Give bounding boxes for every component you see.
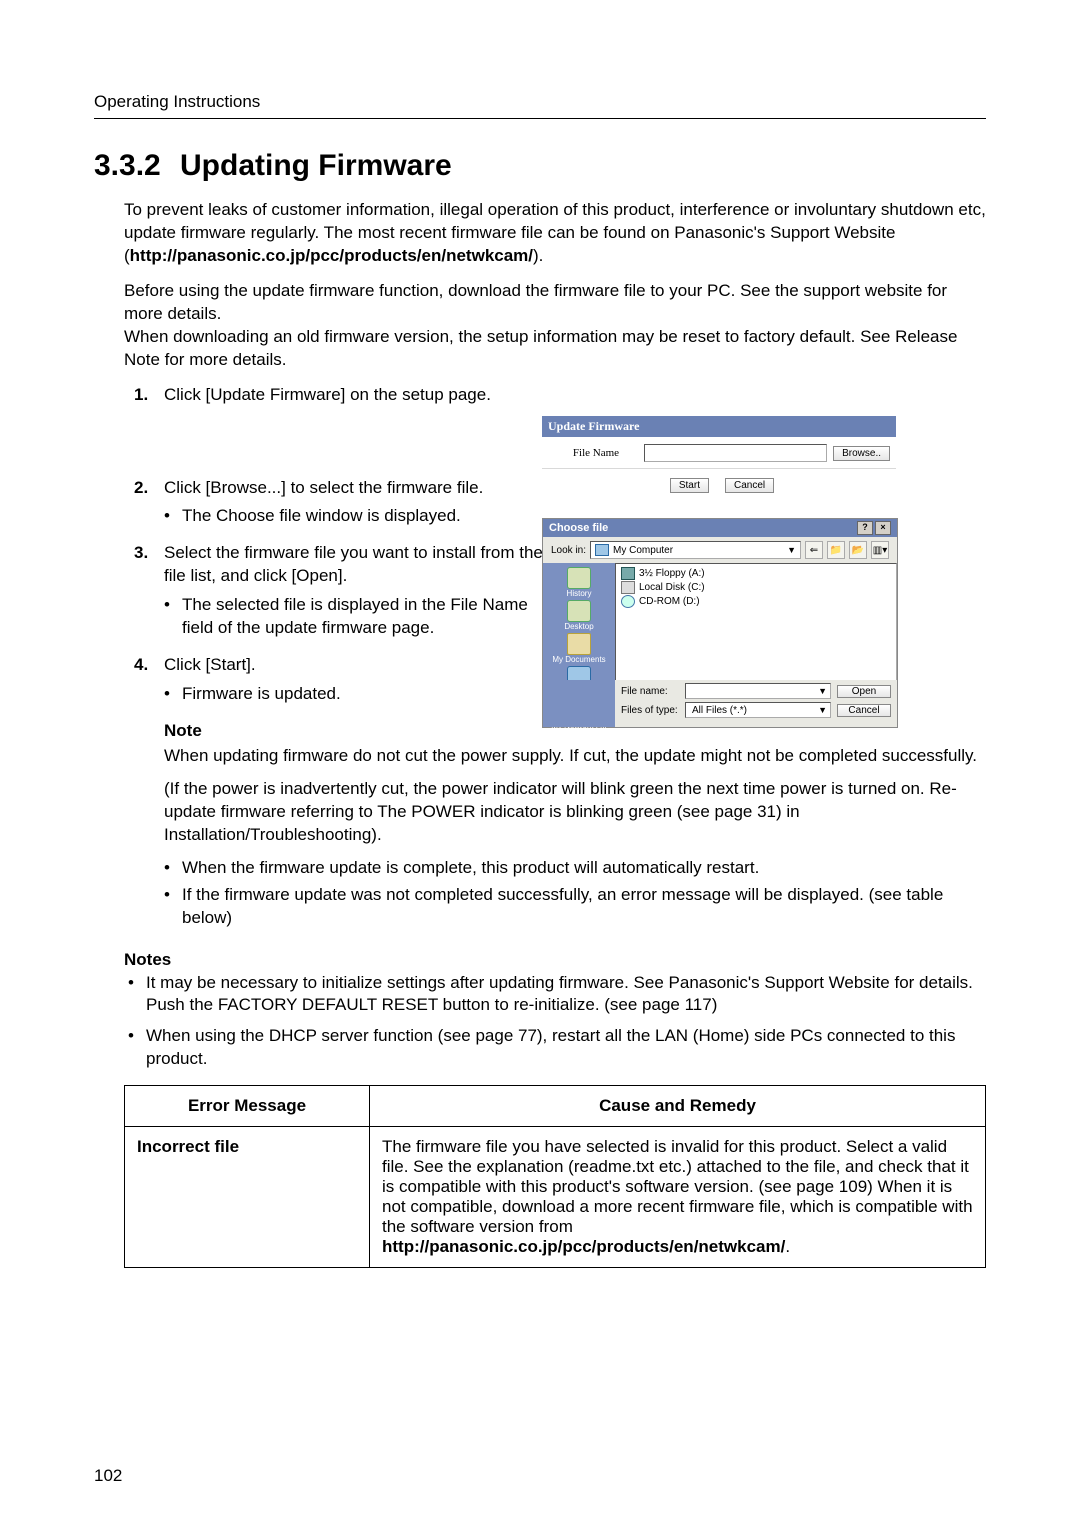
intro-p1: To prevent leaks of customer information… — [124, 199, 986, 268]
update-titlebar: Update Firmware — [542, 416, 896, 438]
mycomputer-icon — [595, 544, 609, 556]
step-3: Select the firmware file you want to ins… — [134, 542, 544, 640]
running-head: Operating Instructions — [94, 92, 986, 119]
file-floppy[interactable]: 3½ Floppy (A:) — [621, 567, 891, 580]
screenshot-choose-file: Choose file ? × Look in: My Computer ▼ ⇐… — [542, 518, 898, 728]
section-number: 3.3.2 — [94, 149, 180, 183]
notes2-b1: It may be necessary to initialize settin… — [124, 972, 986, 1018]
browse-button[interactable]: Browse.. — [833, 446, 890, 461]
place-mydocuments[interactable]: My Documents — [552, 633, 605, 664]
file-list[interactable]: 3½ Floppy (A:) Local Disk (C:) CD-ROM (D… — [615, 563, 897, 699]
new-folder-icon[interactable]: 📂 — [849, 541, 867, 559]
place-history[interactable]: History — [567, 567, 592, 598]
note-b1: When the firmware update is complete, th… — [164, 857, 984, 880]
start-button[interactable]: Start — [670, 478, 709, 493]
up-folder-icon[interactable]: 📁 — [827, 541, 845, 559]
note-block: Note When updating firmware do not cut t… — [164, 720, 984, 930]
step-2: Click [Browse...] to select the firmware… — [134, 477, 544, 529]
intro-p1b: ). — [533, 246, 543, 265]
error-h2: Cause and Remedy — [370, 1086, 986, 1127]
section-title-text: Updating Firmware — [180, 149, 452, 182]
floppy-icon — [621, 567, 635, 580]
lookin-value: My Computer — [613, 545, 673, 556]
notes-section: Notes It may be necessary to initialize … — [124, 950, 986, 1072]
step-1: Click [Update Firmware] on the setup pag… — [134, 384, 544, 407]
filename-label: File Name — [548, 447, 644, 459]
error-r1c2: The firmware file you have selected is i… — [370, 1127, 986, 1268]
back-icon[interactable]: ⇐ — [805, 541, 823, 559]
error-h1: Error Message — [125, 1086, 370, 1127]
file-name-label: File name: — [621, 686, 679, 697]
error-table: Error Message Cause and Remedy Incorrect… — [124, 1085, 986, 1268]
file-cdrom[interactable]: CD-ROM (D:) — [621, 595, 891, 608]
screenshot-update-firmware: Update Firmware File Name Browse.. Start… — [542, 416, 896, 503]
chevron-down-icon: ▼ — [787, 545, 796, 555]
disk-icon — [621, 581, 635, 594]
intro-p2: Before using the update firmware functio… — [124, 280, 986, 372]
page-number: 102 — [94, 1466, 122, 1486]
open-button[interactable]: Open — [837, 685, 891, 698]
note-b2: If the firmware update was not completed… — [164, 884, 984, 930]
filename-input[interactable] — [644, 444, 827, 462]
lookin-combo[interactable]: My Computer ▼ — [590, 541, 801, 559]
error-r1c1: Incorrect file — [125, 1127, 370, 1268]
chevron-down-icon: ▼ — [818, 705, 827, 715]
choose-cancel-button[interactable]: Cancel — [837, 704, 891, 717]
section-title: 3.3.2Updating Firmware — [94, 149, 986, 183]
step-4: Click [Start]. Firmware is updated. — [134, 654, 544, 706]
choose-titlebar: Choose file ? × — [543, 519, 897, 537]
lookin-label: Look in: — [551, 545, 586, 556]
place-desktop[interactable]: Desktop — [564, 600, 593, 631]
step-2-sub: The Choose file window is displayed. — [164, 505, 544, 528]
choose-title-text: Choose file — [549, 522, 608, 534]
cd-icon — [621, 595, 635, 608]
file-localdisk[interactable]: Local Disk (C:) — [621, 581, 891, 594]
note-p1: When updating firmware do not cut the po… — [164, 746, 977, 765]
file-type-label: Files of type: — [621, 705, 679, 716]
places-bar: History Desktop My Documents My Computer… — [543, 563, 615, 699]
close-icon[interactable]: × — [875, 521, 891, 535]
notes2-b2: When using the DHCP server function (see… — [124, 1025, 986, 1071]
cancel-button[interactable]: Cancel — [725, 478, 774, 493]
chevron-down-icon: ▼ — [818, 686, 827, 696]
note-p2: (If the power is inadvertently cut, the … — [164, 779, 957, 844]
file-type-combo[interactable]: All Files (*.*)▼ — [685, 702, 831, 718]
views-icon[interactable]: ▥▾ — [871, 541, 889, 559]
step-3-sub: The selected file is displayed in the Fi… — [164, 594, 544, 640]
step-4-sub: Firmware is updated. — [164, 683, 544, 706]
help-icon[interactable]: ? — [857, 521, 873, 535]
intro-url: http://panasonic.co.jp/pcc/products/en/n… — [130, 246, 533, 265]
file-name-input[interactable]: ▼ — [685, 683, 831, 699]
notes-head: Notes — [124, 950, 171, 969]
